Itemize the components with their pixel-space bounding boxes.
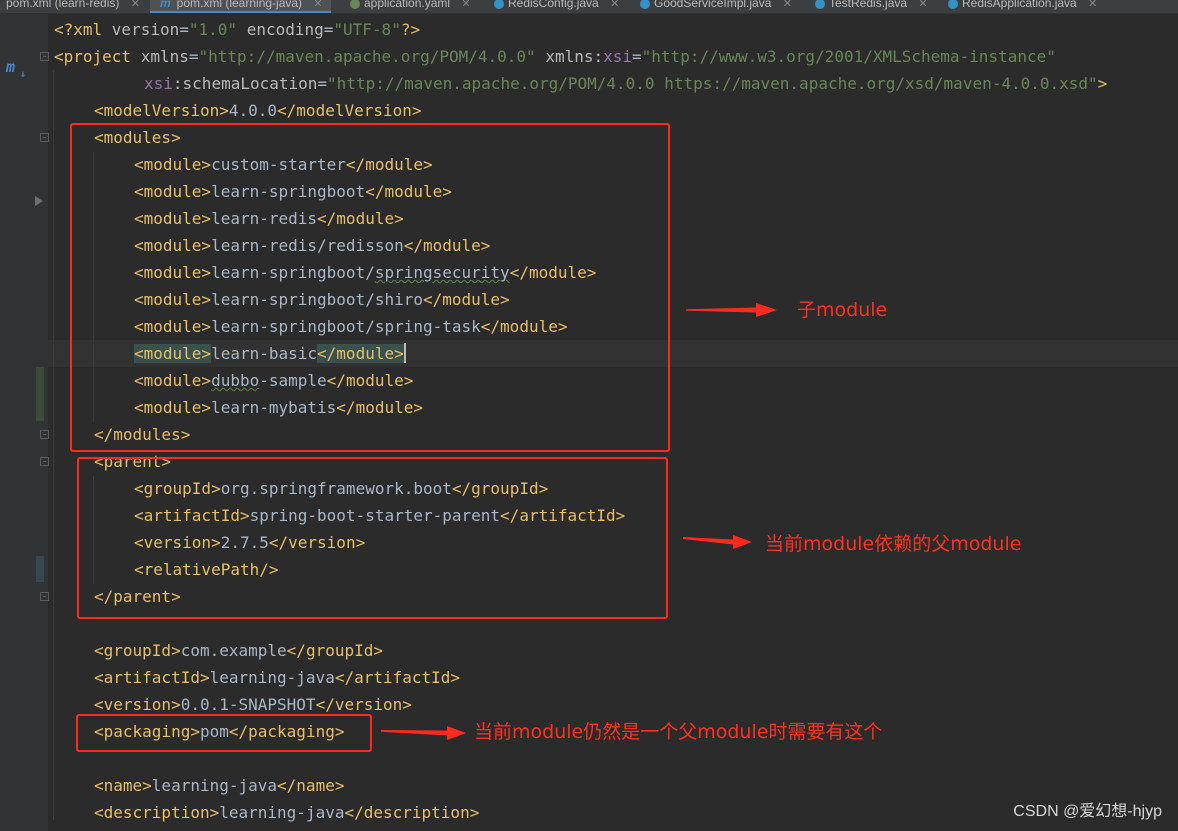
- parent-highlight-box: [77, 457, 668, 619]
- artifactid-line: <artifactId>learning-java</artifactId>: [94, 668, 461, 687]
- schema-location-line: xsi:schemaLocation="http://maven.apache.…: [144, 74, 1108, 93]
- description-line: <description>learning-java</description>: [94, 803, 480, 822]
- xml-declaration-line: <?xml version="1.0" encoding="UTF-8"?>: [54, 20, 421, 39]
- project-open-line: <project xmlns="http://maven.apache.org/…: [54, 47, 1056, 66]
- name-line: <name>learning-java</name>: [94, 776, 345, 795]
- parent-annotation: 当前module依赖的父module: [765, 533, 1022, 555]
- packaging-highlight-box: [76, 714, 372, 752]
- groupid-line: <groupId>com.example</groupId>: [94, 641, 383, 660]
- watermark: CSDN @爱幻想-hjyp: [1013, 803, 1162, 820]
- arrow-icon: [686, 303, 777, 317]
- modules-highlight-box: [70, 123, 670, 452]
- model-version-line: <modelVersion>4.0.0</modelVersion>: [94, 101, 422, 120]
- packaging-annotation: 当前module仍然是一个父module时需要有这个: [474, 721, 883, 743]
- modules-annotation: 子module: [797, 299, 888, 321]
- arrow-icon: [381, 726, 466, 740]
- arrow-icon: [683, 535, 752, 549]
